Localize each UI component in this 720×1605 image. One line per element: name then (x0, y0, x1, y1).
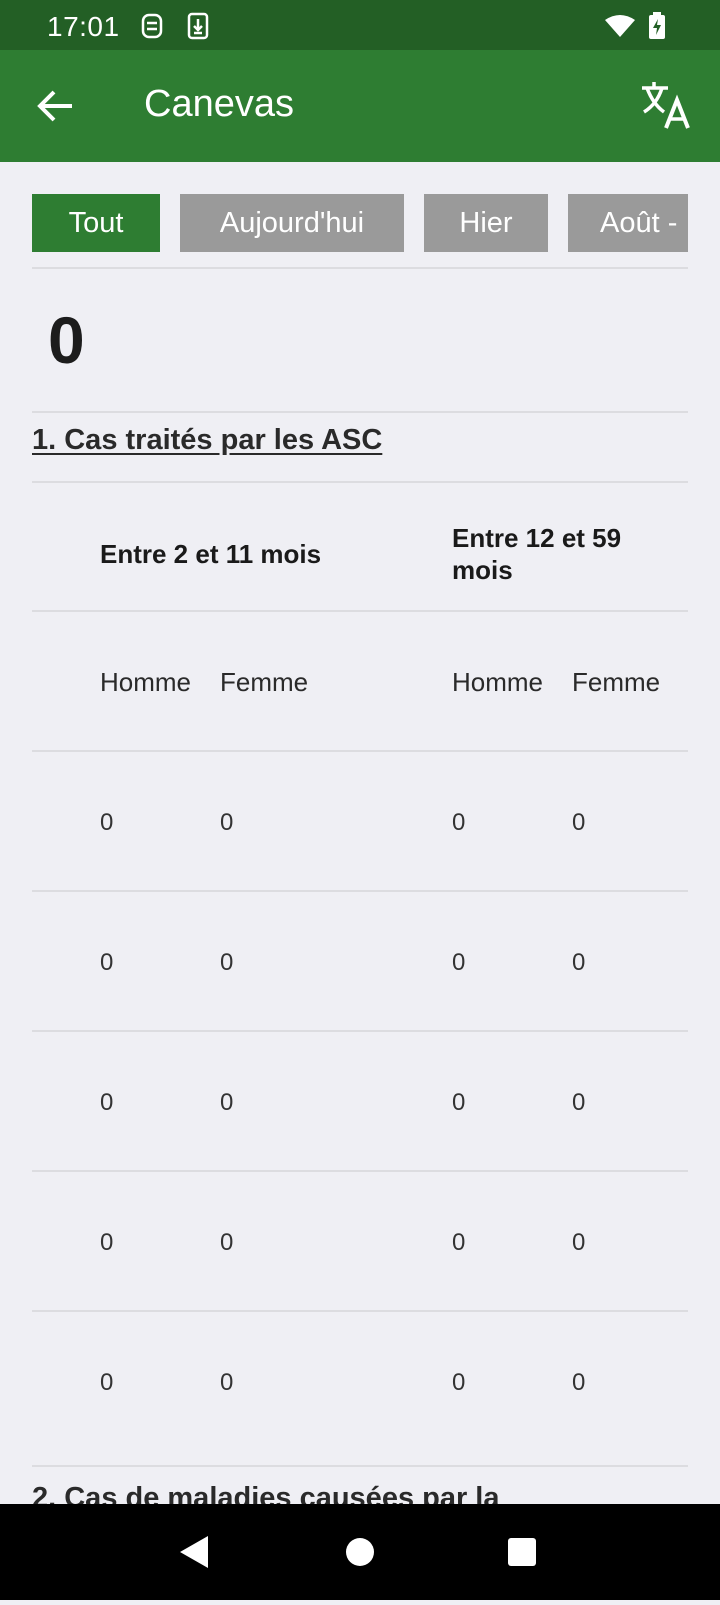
back-button[interactable] (30, 80, 82, 132)
arrow-left-icon (37, 90, 72, 122)
divider (32, 750, 688, 752)
translate-icon (642, 82, 690, 129)
age-group-header: Entre 2 et 11 mois (100, 539, 322, 569)
table-cell: 0 (100, 1369, 114, 1396)
divider (32, 411, 688, 413)
table-cell: 0 (220, 1369, 234, 1396)
divider (32, 1310, 688, 1312)
table-cell: 0 (220, 809, 234, 836)
filter-chip-yesterday[interactable]: Hier (424, 194, 548, 252)
column-header-female: Femme (220, 667, 309, 697)
table-cell: 0 (572, 949, 586, 976)
divider (32, 481, 688, 483)
battery-charging-icon (648, 12, 666, 45)
table-cell: 0 (452, 1369, 466, 1396)
total-count: 0 (48, 303, 85, 377)
table-cell: 0 (572, 1089, 586, 1116)
page-title: Canevas (144, 83, 294, 125)
app-bar: Canevas (0, 50, 720, 162)
date-filter-chips[interactable]: Tout Aujourd'hui Hier Août - (32, 194, 688, 254)
table-cell: 0 (452, 809, 466, 836)
sim-icon (140, 12, 164, 45)
table-cell: 0 (572, 1229, 586, 1256)
divider (32, 1030, 688, 1032)
column-header-male: Homme (452, 667, 544, 697)
home-circle-icon (346, 1538, 374, 1566)
translate-button[interactable] (640, 80, 700, 132)
nav-recents-button[interactable] (474, 1504, 570, 1600)
status-time: 17:01 (47, 11, 120, 42)
table-cell: 0 (100, 1089, 114, 1116)
download-icon (186, 12, 210, 45)
section-title: 2. Cas de maladies causées par la (32, 1482, 500, 1504)
recents-square-icon (508, 1538, 536, 1566)
divider (32, 610, 688, 612)
table-cell: 0 (452, 949, 466, 976)
divider (32, 1170, 688, 1172)
column-header-female: Femme (572, 667, 661, 697)
filter-chip-all[interactable]: Tout (32, 194, 160, 252)
table-cell: 0 (220, 949, 234, 976)
age-group-header: Entre 12 et 59 mois (452, 523, 622, 585)
table-cell: 0 (100, 1229, 114, 1256)
filter-chip-month[interactable]: Août - (568, 194, 688, 252)
divider (32, 267, 688, 269)
table-cell: 0 (220, 1229, 234, 1256)
report-content[interactable]: Tout Aujourd'hui Hier Août - 0 1. Cas tr… (0, 162, 720, 1504)
divider (32, 1465, 688, 1467)
table-cell: 0 (100, 949, 114, 976)
status-bar: 17:01 (0, 0, 720, 50)
back-triangle-icon (180, 1536, 208, 1568)
table-cell: 0 (452, 1229, 466, 1256)
column-header-male: Homme (100, 667, 192, 697)
table-cell: 0 (572, 1369, 586, 1396)
table-cell: 0 (220, 1089, 234, 1116)
section-title: 1. Cas traités par les ASC (32, 424, 383, 456)
table-cell: 0 (100, 809, 114, 836)
system-nav-bar (0, 1504, 720, 1600)
wifi-icon (604, 14, 636, 43)
nav-back-button[interactable] (160, 1504, 256, 1600)
divider (32, 890, 688, 892)
nav-home-button[interactable] (312, 1504, 408, 1600)
table-cell: 0 (572, 809, 586, 836)
filter-chip-today[interactable]: Aujourd'hui (180, 194, 404, 252)
table-cell: 0 (452, 1089, 466, 1116)
